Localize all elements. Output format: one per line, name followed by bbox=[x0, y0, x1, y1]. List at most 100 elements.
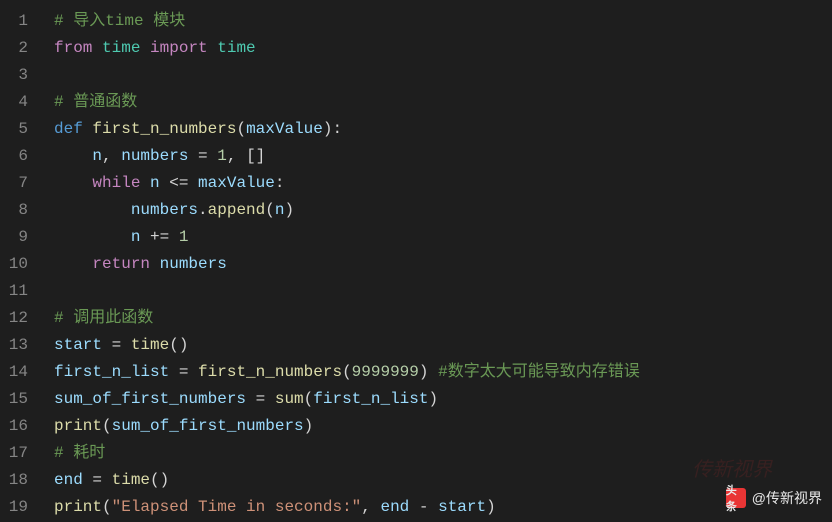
code-token bbox=[83, 120, 93, 138]
line-number: 2 bbox=[8, 35, 28, 62]
code-token bbox=[208, 39, 218, 57]
code-token: sum_of_first_numbers bbox=[54, 390, 246, 408]
code-token: maxValue bbox=[246, 120, 323, 138]
code-line[interactable]: first_n_list = first_n_numbers(9999999) … bbox=[40, 359, 832, 386]
code-token: ) bbox=[428, 390, 438, 408]
code-token: first_n_list bbox=[54, 363, 169, 381]
code-token: time bbox=[217, 39, 255, 57]
code-token bbox=[54, 228, 131, 246]
code-line[interactable]: return numbers bbox=[40, 251, 832, 278]
line-number: 17 bbox=[8, 440, 28, 467]
code-token bbox=[429, 363, 439, 381]
line-number: 6 bbox=[8, 143, 28, 170]
line-number: 9 bbox=[8, 224, 28, 251]
code-token: sum bbox=[275, 390, 304, 408]
code-token: # 调用此函数 bbox=[54, 309, 153, 327]
code-token: # 耗时 bbox=[54, 444, 105, 462]
code-line[interactable]: print("Elapsed Time in seconds:", end - … bbox=[40, 494, 832, 521]
code-token: # 普通函数 bbox=[54, 93, 137, 111]
code-token: ) bbox=[419, 363, 429, 381]
code-line[interactable]: print(sum_of_first_numbers) bbox=[40, 413, 832, 440]
code-line[interactable]: # 调用此函数 bbox=[40, 305, 832, 332]
line-number: 16 bbox=[8, 413, 28, 440]
code-token: ) bbox=[284, 201, 294, 219]
code-token: 9999999 bbox=[352, 363, 419, 381]
code-token: from bbox=[54, 39, 92, 57]
code-token: ) bbox=[304, 417, 314, 435]
code-line[interactable]: sum_of_first_numbers = sum(first_n_list) bbox=[40, 386, 832, 413]
code-line[interactable] bbox=[40, 62, 832, 89]
code-token: : bbox=[332, 120, 342, 138]
line-number: 7 bbox=[8, 170, 28, 197]
code-line[interactable]: # 导入time 模块 bbox=[40, 8, 832, 35]
code-token: += bbox=[140, 228, 178, 246]
code-token: print bbox=[54, 417, 102, 435]
code-token: time bbox=[112, 471, 150, 489]
code-line[interactable]: numbers.append(n) bbox=[40, 197, 832, 224]
code-token: 1 bbox=[179, 228, 189, 246]
code-token: # 导入time 模块 bbox=[54, 12, 185, 30]
code-line[interactable]: def first_n_numbers(maxValue): bbox=[40, 116, 832, 143]
code-token: n bbox=[150, 174, 160, 192]
code-token: = bbox=[102, 336, 131, 354]
code-token: , bbox=[102, 147, 121, 165]
code-line[interactable]: n, numbers = 1, [] bbox=[40, 143, 832, 170]
code-area[interactable]: # 导入time 模块 from time import time # 普通函数 de… bbox=[40, 0, 832, 522]
code-token: numbers bbox=[131, 201, 198, 219]
line-number: 13 bbox=[8, 332, 28, 359]
code-token: ( bbox=[342, 363, 352, 381]
code-line[interactable] bbox=[40, 278, 832, 305]
line-number: 12 bbox=[8, 305, 28, 332]
line-number: 15 bbox=[8, 386, 28, 413]
code-token: 1 bbox=[217, 147, 227, 165]
line-number: 1 bbox=[8, 8, 28, 35]
line-number-gutter: 12345678910111213141516171819 bbox=[0, 0, 40, 522]
code-token: "Elapsed Time in seconds:" bbox=[112, 498, 362, 516]
code-token: = bbox=[246, 390, 275, 408]
code-token: return bbox=[92, 255, 150, 273]
code-token: numbers bbox=[160, 255, 227, 273]
code-token: , [] bbox=[227, 147, 265, 165]
code-token: end bbox=[380, 498, 409, 516]
code-token: first_n_numbers bbox=[92, 120, 236, 138]
code-token: ( bbox=[304, 390, 314, 408]
code-token: maxValue bbox=[198, 174, 275, 192]
code-token bbox=[54, 201, 131, 219]
code-token: while bbox=[92, 174, 140, 192]
code-editor[interactable]: 12345678910111213141516171819 # 导入time 模… bbox=[0, 0, 832, 522]
code-token: ( bbox=[236, 120, 246, 138]
code-token: print bbox=[54, 498, 102, 516]
code-token: = bbox=[169, 363, 198, 381]
code-line[interactable]: while n <= maxValue: bbox=[40, 170, 832, 197]
code-line[interactable]: from time import time bbox=[40, 35, 832, 62]
code-token: time bbox=[102, 39, 140, 57]
code-token: def bbox=[54, 120, 83, 138]
code-token: append bbox=[208, 201, 266, 219]
code-token: first_n_list bbox=[313, 390, 428, 408]
code-line[interactable]: n += 1 bbox=[40, 224, 832, 251]
code-line[interactable]: # 普通函数 bbox=[40, 89, 832, 116]
code-token: () bbox=[150, 471, 169, 489]
code-token: start bbox=[438, 498, 486, 516]
line-number: 8 bbox=[8, 197, 28, 224]
code-token: = bbox=[83, 471, 112, 489]
code-token: start bbox=[54, 336, 102, 354]
line-number: 5 bbox=[8, 116, 28, 143]
code-token: n bbox=[92, 147, 102, 165]
line-number: 3 bbox=[8, 62, 28, 89]
code-token: first_n_numbers bbox=[198, 363, 342, 381]
code-token bbox=[150, 255, 160, 273]
code-token: () bbox=[169, 336, 188, 354]
code-token bbox=[54, 255, 92, 273]
line-number: 18 bbox=[8, 467, 28, 494]
code-token: = bbox=[188, 147, 217, 165]
code-token: n bbox=[131, 228, 141, 246]
code-line[interactable]: start = time() bbox=[40, 332, 832, 359]
code-token: end bbox=[54, 471, 83, 489]
code-token: . bbox=[198, 201, 208, 219]
code-token: : bbox=[275, 174, 285, 192]
code-token bbox=[92, 39, 102, 57]
line-number: 4 bbox=[8, 89, 28, 116]
code-token bbox=[54, 147, 92, 165]
line-number: 11 bbox=[8, 278, 28, 305]
